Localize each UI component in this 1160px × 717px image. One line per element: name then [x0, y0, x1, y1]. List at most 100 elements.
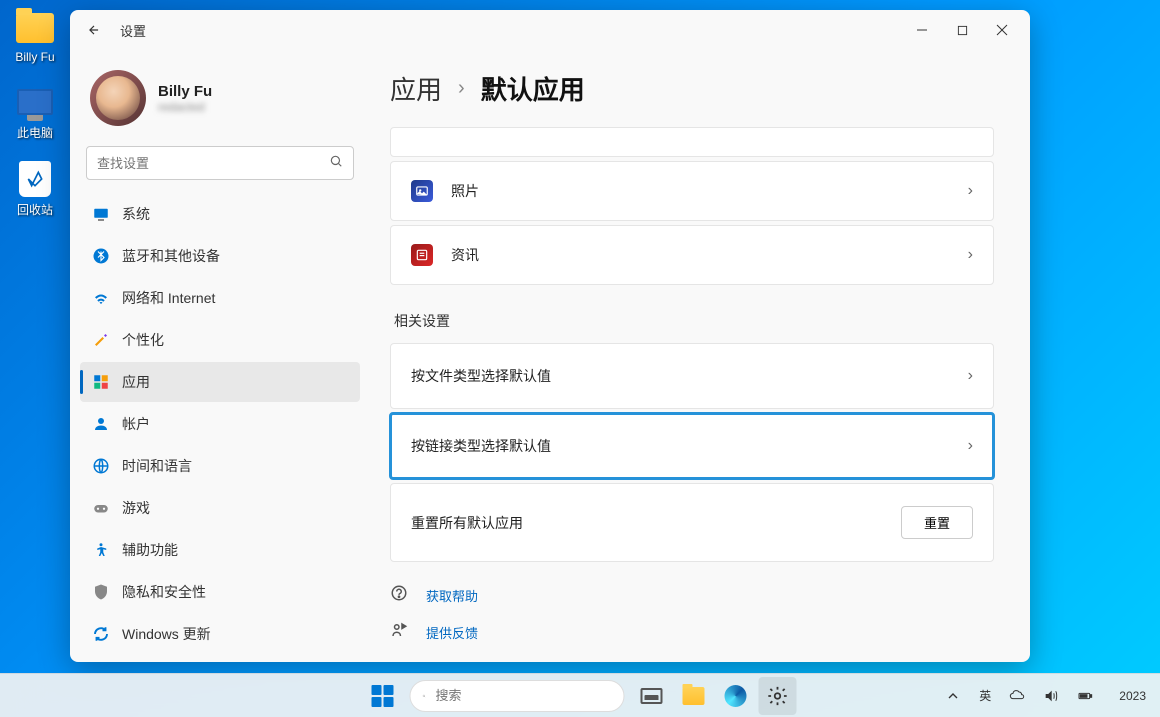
settings-window: 设置 Billy Fu redacted 系统 [70, 10, 1030, 662]
edge-icon [725, 685, 747, 707]
tray-clock[interactable]: 2023 [1115, 685, 1150, 707]
chevron-right-icon: › [968, 246, 973, 264]
nav-personalization[interactable]: 个性化 [80, 320, 360, 360]
profile-name: Billy Fu [158, 83, 350, 100]
nav-label: 时间和语言 [122, 456, 192, 476]
task-view-icon [641, 688, 663, 704]
recycle-bin-icon [15, 159, 55, 199]
taskbar-center [364, 677, 797, 715]
nav-label: Windows 更新 [122, 624, 211, 644]
help-icon [390, 584, 410, 607]
help-link-label: 获取帮助 [426, 586, 478, 605]
pc-icon [15, 82, 55, 122]
start-button[interactable] [364, 677, 402, 715]
nav-system[interactable]: 系统 [80, 194, 360, 234]
nav-privacy[interactable]: 隐私和安全性 [80, 572, 360, 612]
windows-icon [372, 685, 394, 707]
app-label: 资讯 [451, 245, 950, 265]
globe-icon [92, 457, 110, 475]
edge-button[interactable] [717, 677, 755, 715]
help-link-label: 提供反馈 [426, 623, 478, 642]
task-view-button[interactable] [633, 677, 671, 715]
minimize-button[interactable] [902, 14, 942, 46]
feedback-link[interactable]: 提供反馈 [390, 621, 994, 644]
system-tray: 英 2023 [941, 683, 1150, 708]
desktop-icon-label: 此电脑 [17, 124, 53, 141]
desktop-folder-billyfu[interactable]: Billy Fu [0, 8, 70, 64]
breadcrumb-parent[interactable]: 应用 [390, 70, 442, 107]
setting-by-linktype[interactable]: 按链接类型选择默认值 › [390, 413, 994, 479]
reset-button[interactable]: 重置 [901, 506, 973, 539]
nav: 系统 蓝牙和其他设备 网络和 Internet 个性化 应用 [80, 194, 360, 654]
breadcrumb-current: 默认应用 [481, 70, 585, 107]
tray-ime[interactable]: 英 [975, 683, 995, 708]
main-content: 应用 › 默认应用 照片 › [370, 50, 1030, 662]
back-button[interactable] [78, 14, 110, 46]
get-help-link[interactable]: 获取帮助 [390, 584, 994, 607]
search-input[interactable] [97, 156, 329, 171]
folder-icon [15, 8, 55, 48]
apps-icon [92, 373, 110, 391]
app-card-partial[interactable] [390, 127, 994, 157]
tray-volume-icon[interactable] [1039, 684, 1063, 708]
nav-accessibility[interactable]: 辅助功能 [80, 530, 360, 570]
taskbar-search[interactable] [410, 680, 625, 712]
close-button[interactable] [982, 14, 1022, 46]
related-settings-title: 相关设置 [394, 311, 994, 331]
tray-battery-icon[interactable] [1073, 684, 1097, 708]
brush-icon [92, 331, 110, 349]
app-card-news[interactable]: 资讯 › [390, 225, 994, 285]
setting-label: 按文件类型选择默认值 [411, 366, 950, 386]
taskbar: 英 2023 [0, 673, 1160, 717]
chevron-right-icon: › [968, 437, 973, 455]
nav-label: 蓝牙和其他设备 [122, 246, 220, 266]
nav-label: 系统 [122, 204, 150, 224]
explorer-button[interactable] [675, 677, 713, 715]
desktop-icon-label: Billy Fu [15, 50, 54, 64]
setting-by-filetype[interactable]: 按文件类型选择默认值 › [390, 343, 994, 409]
nav-time-language[interactable]: 时间和语言 [80, 446, 360, 486]
nav-label: 帐户 [122, 414, 150, 434]
taskbar-search-input[interactable] [436, 688, 612, 703]
nav-accounts[interactable]: 帐户 [80, 404, 360, 444]
maximize-button[interactable] [942, 14, 982, 46]
nav-bluetooth[interactable]: 蓝牙和其他设备 [80, 236, 360, 276]
window-title: 设置 [120, 21, 146, 40]
sidebar: Billy Fu redacted 系统 蓝牙和其他设备 [70, 50, 370, 662]
chevron-right-icon: › [968, 182, 973, 200]
photos-icon [411, 180, 433, 202]
gear-icon [767, 685, 789, 707]
app-label: 照片 [451, 181, 950, 201]
nav-label: 网络和 Internet [122, 288, 215, 308]
nav-label: 隐私和安全性 [122, 582, 206, 602]
settings-button[interactable] [759, 677, 797, 715]
desktop-icon-label: 回收站 [17, 201, 53, 218]
breadcrumb: 应用 › 默认应用 [390, 70, 994, 107]
nav-network[interactable]: 网络和 Internet [80, 278, 360, 318]
nav-apps[interactable]: 应用 [80, 362, 360, 402]
app-card-photos[interactable]: 照片 › [390, 161, 994, 221]
search-icon [423, 689, 426, 703]
profile[interactable]: Billy Fu redacted [80, 50, 360, 142]
system-icon [92, 205, 110, 223]
update-icon [92, 625, 110, 643]
tray-overflow[interactable] [941, 684, 965, 708]
nav-gaming[interactable]: 游戏 [80, 488, 360, 528]
search-icon [329, 154, 343, 173]
news-icon [411, 244, 433, 266]
nav-label: 个性化 [122, 330, 164, 350]
tray-onedrive-icon[interactable] [1005, 684, 1029, 708]
titlebar: 设置 [70, 10, 1030, 50]
search-box[interactable] [86, 146, 354, 180]
setting-reset-defaults: 重置所有默认应用 重置 [390, 483, 994, 562]
nav-label: 游戏 [122, 498, 150, 518]
bluetooth-icon [92, 247, 110, 265]
desktop-this-pc[interactable]: 此电脑 [0, 82, 70, 141]
wifi-icon [92, 289, 110, 307]
nav-windows-update[interactable]: Windows 更新 [80, 614, 360, 654]
chevron-right-icon: › [968, 367, 973, 385]
desktop-recycle-bin[interactable]: 回收站 [0, 159, 70, 218]
shield-icon [92, 583, 110, 601]
avatar [90, 70, 146, 126]
profile-email: redacted [158, 100, 350, 114]
